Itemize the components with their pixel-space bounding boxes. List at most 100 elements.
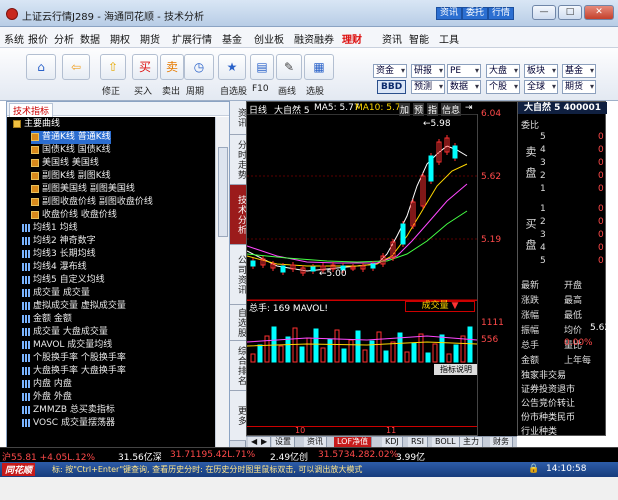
lock-icon[interactable]: 🔒 — [528, 464, 539, 474]
tree-item[interactable]: 外盘 外盘 — [22, 391, 72, 404]
tree-item[interactable]: 均线4 瀑布线 — [22, 261, 87, 274]
combo-6[interactable]: 预测 — [411, 80, 445, 94]
watchlist-button[interactable]: ★ — [218, 54, 246, 80]
order-book: 大自然 5 400001 委比 卖盘 5 0 4 0 3 0 2 0 1 0 买盘 1 0 2 0 3 0 4 0 5 0 最… — [517, 101, 610, 437]
chart-tool-info[interactable]: 信息 — [441, 103, 462, 116]
bar-indicator-icon — [22, 236, 30, 245]
drawline-button[interactable]: ✎ — [276, 54, 302, 80]
tree-item[interactable]: ZMMZB 总买卖指标 — [22, 404, 115, 417]
tree-item[interactable]: VOSC 成交量摆荡器 — [22, 417, 115, 430]
tree-item[interactable]: 美国线 美国线 — [31, 157, 99, 170]
menu-item[interactable]: 系统 — [4, 31, 24, 46]
chart-tool-expand-icon[interactable]: ⇥ — [465, 103, 473, 113]
menu-item[interactable]: 扩展行情 — [172, 31, 212, 46]
tree-item[interactable]: 均线5 自定义均线 — [22, 274, 105, 287]
tree-item[interactable]: 虚拟成交量 虚拟成交量 — [22, 300, 126, 313]
notice-line: 公告竞价转让 — [521, 399, 576, 409]
pickstock-icon: ▦ — [313, 60, 325, 74]
tree-item[interactable]: 均线1 均线 — [22, 222, 78, 235]
sell-button[interactable]: 卖 — [160, 54, 184, 80]
tree-item[interactable]: 副图K线 副图K线 — [31, 170, 111, 183]
tree-item[interactable]: 个股换手率 个股换手率 — [22, 352, 126, 365]
stat-label: 金额 — [521, 356, 540, 366]
home-button[interactable]: ⌂ — [26, 54, 56, 80]
volume-bar — [362, 349, 368, 363]
side-tab[interactable]: 更多 — [230, 391, 246, 441]
minimize-button[interactable]: — — [532, 5, 556, 20]
tree-item[interactable]: 内盘 内盘 — [22, 378, 72, 391]
side-tab[interactable]: 分时走势 — [230, 135, 246, 185]
period-button[interactable]: ◷ — [184, 54, 214, 80]
side-tabs: 资讯 分时走势 技术分析 公司资讯 自选股 综合排名 更多 — [230, 101, 246, 447]
combo-4[interactable]: 板块 — [524, 64, 558, 78]
stat-label: 开盘 — [564, 281, 583, 291]
menu-item[interactable]: 数据 — [80, 31, 100, 46]
menu-item[interactable]: 融资融券 — [294, 31, 334, 46]
tree-item[interactable]: 金额 金额 — [22, 313, 72, 326]
chart-tool-index[interactable]: 指 — [427, 103, 439, 116]
notice-line: 独家非交易 — [521, 371, 567, 381]
menu-item[interactable]: 分析 — [54, 31, 74, 46]
side-tab[interactable]: 公司资讯 — [230, 245, 246, 305]
combo-2[interactable]: PE — [447, 64, 481, 78]
combo-5[interactable]: 基金 — [562, 64, 596, 78]
scroll-thumb[interactable] — [218, 147, 228, 237]
tree-item[interactable]: 成交量 成交量 — [22, 287, 90, 300]
chinext-index[interactable]: 31.5734.282.02% — [318, 450, 398, 460]
indicator-help-button[interactable]: 指标说明 — [434, 364, 478, 375]
volume-dropdown[interactable]: 成交量 ▼ — [405, 301, 475, 312]
menu-item[interactable]: 期货 — [140, 31, 160, 46]
tree-item[interactable]: 均线2 神奇数字 — [22, 235, 96, 248]
top-button-news[interactable]: 资讯 — [436, 7, 463, 20]
menu-item[interactable]: 智能 — [409, 31, 429, 46]
side-tab[interactable]: 技术分析 — [230, 185, 246, 245]
combo-7[interactable]: 数据 — [447, 80, 481, 94]
close-button[interactable]: ✕ — [584, 5, 614, 20]
menu-item[interactable]: 理财 — [342, 31, 362, 46]
tree-item[interactable]: 大盘换手率 大盘换手率 — [22, 365, 126, 378]
chart-mode[interactable]: 日线 — [249, 103, 267, 116]
menu-item[interactable]: 资讯 — [382, 31, 402, 46]
bbd-button[interactable]: BBD — [377, 80, 407, 94]
tree-item[interactable]: 收盘价线 收盘价线 — [31, 209, 117, 222]
menu-item[interactable]: 基金 — [222, 31, 242, 46]
menu-item[interactable]: 报价 — [28, 31, 48, 46]
combo-10[interactable]: 期货 — [562, 80, 596, 94]
pickstock-button[interactable]: ▦ — [304, 54, 334, 80]
menu-item[interactable]: 期权 — [110, 31, 130, 46]
menu-item[interactable]: 工具 — [439, 31, 459, 46]
tab-technical-indicators[interactable]: 技术指标 — [9, 103, 54, 118]
tree-item[interactable]: 国债K线 国债K线 — [31, 144, 111, 157]
top-button-order[interactable]: 委托 — [462, 7, 489, 20]
combo-9[interactable]: 全球 — [524, 80, 558, 94]
ma10-label: MA10: 5.7( — [355, 103, 405, 113]
tree-item[interactable]: 均线3 长期均线 — [22, 248, 96, 261]
side-tab[interactable]: 综合排名 — [230, 341, 246, 391]
chart-canvas[interactable]: ←5.98 ←5.00 — [247, 116, 478, 436]
tree-item[interactable]: MAVOL 成交量均线 — [22, 339, 112, 352]
f10-button[interactable]: ▤ — [250, 54, 274, 80]
side-tab[interactable]: 资讯 — [230, 101, 246, 135]
buy-button[interactable]: 买 — [132, 54, 158, 80]
combo-8[interactable]: 个股 — [486, 80, 520, 94]
tree-item[interactable]: 普通K线 普通K线 — [31, 131, 111, 144]
combo-1[interactable]: 研报 — [411, 64, 445, 78]
modify-button[interactable]: ⇧ — [100, 54, 126, 80]
back-button[interactable]: ⇦ — [62, 54, 90, 80]
menu-item[interactable]: 创业板 — [254, 31, 284, 46]
combo-0[interactable]: 资金 — [373, 64, 407, 78]
tree-scrollbar[interactable] — [215, 117, 229, 447]
chart-tool-predict[interactable]: 预 — [413, 103, 425, 116]
candle-body — [250, 260, 256, 267]
tree-item[interactable]: 副图美国线 副图美国线 — [31, 183, 135, 196]
chart-tool-add[interactable]: 加 — [399, 103, 411, 116]
tree-item[interactable]: 副图收盘价线 副图收盘价线 — [31, 196, 153, 209]
buy-label: 买入 — [134, 87, 153, 97]
side-tab[interactable]: 自选股 — [230, 305, 246, 341]
tree-item[interactable]: 成交量 大盘成交量 — [22, 326, 108, 339]
top-button-quote[interactable]: 行情 — [488, 7, 515, 20]
shenzhen-index[interactable]: 31.71195.42L.71% — [170, 450, 255, 460]
maximize-button[interactable]: □ — [558, 5, 582, 20]
combo-3[interactable]: 大盘 — [486, 64, 520, 78]
tree-item[interactable]: 主要曲线 — [13, 118, 60, 131]
